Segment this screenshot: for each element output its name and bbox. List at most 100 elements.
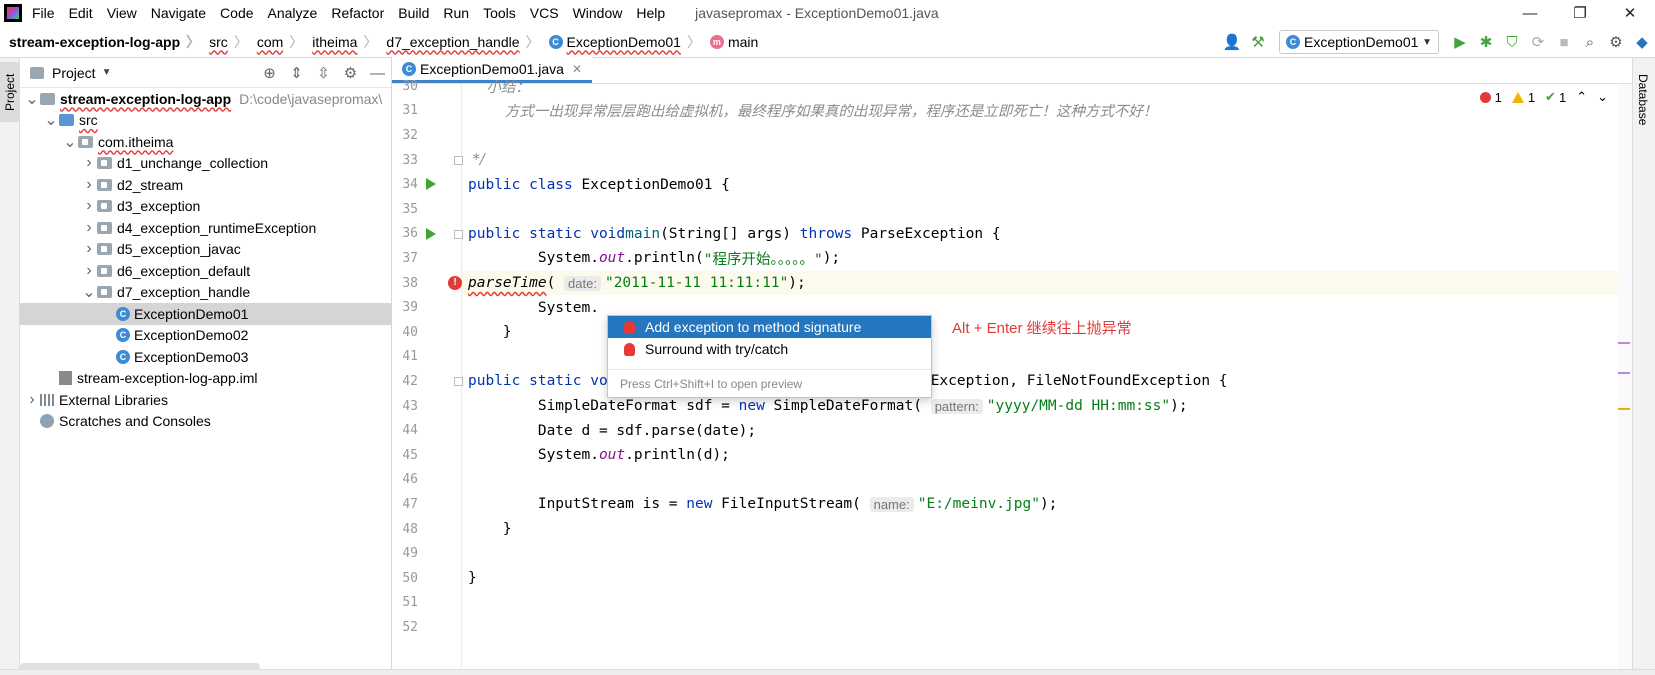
minimize-button[interactable]: — xyxy=(1505,0,1555,26)
run-configuration-select[interactable]: C ExceptionDemo01 ▼ xyxy=(1279,30,1439,54)
settings-gear-icon[interactable]: ⚙ xyxy=(1603,29,1629,55)
debug-icon[interactable]: ✱ xyxy=(1473,29,1499,55)
stop-icon[interactable]: ■ xyxy=(1551,29,1577,55)
package-icon xyxy=(97,264,112,277)
chevron-down-icon[interactable]: ▼ xyxy=(102,67,112,78)
coverage-icon[interactable]: ⛉ xyxy=(1499,29,1525,55)
run-icon[interactable]: ▶ xyxy=(1447,29,1473,55)
database-tool-tab[interactable]: Database xyxy=(1636,74,1650,125)
hide-icon[interactable]: — xyxy=(364,65,391,82)
tree-item[interactable]: › d2_stream xyxy=(20,174,392,196)
chevron-down-icon[interactable]: ⌄ xyxy=(62,132,78,152)
expand-all-icon[interactable]: ⇕ xyxy=(283,64,310,82)
tree-item[interactable]: › d4_exception_runtimeException xyxy=(20,217,392,239)
tree-item[interactable]: stream-exception-log-app.iml xyxy=(20,368,392,390)
line-number: 39 xyxy=(402,300,418,316)
tree-item[interactable]: ⌄ stream-exception-log-app D:\code\javasep… xyxy=(20,88,392,110)
code-line[interactable]: */ xyxy=(468,148,485,173)
code-line[interactable]: parseTime( date: "2011-11-11 11:11:11"); xyxy=(468,271,806,296)
line-number: 36 xyxy=(402,226,418,242)
tree-item[interactable]: ⌄ src xyxy=(20,110,392,132)
editor-scrollbar[interactable] xyxy=(1618,84,1632,675)
menu-analyze[interactable]: Analyze xyxy=(268,5,318,21)
menu-help[interactable]: Help xyxy=(636,5,665,21)
tree-item[interactable]: › External Libraries xyxy=(20,389,392,411)
code-line[interactable]: Date d = sdf.parse(date); xyxy=(468,418,756,443)
chevron-right-icon[interactable]: › xyxy=(81,219,97,237)
close-window-button[interactable]: ✕ xyxy=(1605,0,1655,26)
menu-navigate[interactable]: Navigate xyxy=(151,5,206,21)
tree-item[interactable]: ⌄ d7_exception_handle xyxy=(20,282,392,304)
code-line[interactable]: System. out .println(d); xyxy=(468,443,730,468)
breadcrumb-project[interactable]: stream-exception-log-app 〉 xyxy=(0,32,200,52)
plugin-icon[interactable]: ◆ xyxy=(1629,29,1655,55)
chevron-up-icon[interactable]: ⌃ xyxy=(1576,89,1587,105)
user-icon[interactable]: 👤 xyxy=(1219,29,1245,55)
line-number: 31 xyxy=(402,103,418,119)
code-line[interactable]: } xyxy=(468,566,477,591)
build-hammer-icon[interactable]: ⚒ xyxy=(1245,29,1271,55)
chevron-down-icon[interactable]: ⌄ xyxy=(43,110,59,130)
tree-item[interactable]: › d5_exception_javac xyxy=(20,239,392,261)
tree-item[interactable]: C ExceptionDemo02 xyxy=(20,325,392,347)
code-line[interactable]: } xyxy=(468,320,512,345)
breadcrumb-com[interactable]: com 〉 xyxy=(248,32,303,52)
code-line[interactable]: public static void main (String[] args) t… xyxy=(468,222,1001,247)
code-line[interactable]: } xyxy=(468,517,512,542)
tree-item[interactable]: › d3_exception xyxy=(20,196,392,218)
surround-try-catch-item[interactable]: Surround with try/catch xyxy=(608,338,931,360)
chevron-right-icon[interactable]: › xyxy=(24,391,40,409)
breadcrumb-method[interactable]: m main xyxy=(701,34,758,50)
code-line[interactable]: System. out .println("程序开始。。。。。"); xyxy=(468,246,840,271)
close-tab-icon[interactable]: ✕ xyxy=(572,62,582,76)
search-icon[interactable]: ⌕ xyxy=(1577,29,1603,55)
code-line[interactable]: InputStream is = new FileInputStream( na… xyxy=(468,492,1058,517)
menu-run[interactable]: Run xyxy=(443,5,469,21)
run-gutter-icon[interactable] xyxy=(426,178,436,191)
gear-icon[interactable]: ⚙ xyxy=(337,64,364,82)
code-line[interactable]: System. xyxy=(468,295,599,320)
panel-title[interactable]: Project xyxy=(52,65,96,81)
tree-item[interactable]: ⌄ com.itheima xyxy=(20,131,392,153)
menu-refactor[interactable]: Refactor xyxy=(331,5,384,21)
menu-file[interactable]: File xyxy=(32,5,55,21)
chevron-down-icon[interactable]: ⌄ xyxy=(24,89,40,109)
collapse-all-icon[interactable]: ⇳ xyxy=(310,64,337,82)
code-line[interactable]: public class ExceptionDemo01 { xyxy=(468,172,730,197)
tree-item[interactable]: › d1_unchange_collection xyxy=(20,153,392,175)
breadcrumb-itheima[interactable]: itheima 〉 xyxy=(303,32,377,52)
menu-vcs[interactable]: VCS xyxy=(530,5,559,21)
add-exception-signature-item[interactable]: Add exception to method signature xyxy=(608,316,931,338)
tree-item[interactable]: C ExceptionDemo01 xyxy=(20,303,392,325)
chevron-right-icon[interactable]: › xyxy=(81,154,97,172)
chevron-down-icon[interactable]: ⌄ xyxy=(1597,89,1608,105)
menu-build[interactable]: Build xyxy=(398,5,429,21)
locate-icon[interactable]: ⊕ xyxy=(256,64,283,82)
tree-item[interactable]: › d6_exception_default xyxy=(20,260,392,282)
chevron-right-icon[interactable]: › xyxy=(81,262,97,280)
menu-tools[interactable]: Tools xyxy=(483,5,516,21)
restore-button[interactable]: ❐ xyxy=(1555,0,1605,26)
inspection-widget[interactable]: 1 1 ✔ 1 ⌃ ⌄ xyxy=(1470,89,1608,105)
menu-view[interactable]: View xyxy=(107,5,137,21)
profile-icon[interactable]: ⟳ xyxy=(1525,29,1551,55)
package-icon xyxy=(97,221,112,234)
menu-edit[interactable]: Edit xyxy=(69,5,93,21)
breadcrumb-package[interactable]: d7_exception_handle 〉 xyxy=(377,32,539,52)
chevron-down-icon[interactable]: ⌄ xyxy=(81,282,97,302)
project-tool-tab[interactable]: Project xyxy=(0,62,20,122)
menu-code[interactable]: Code xyxy=(220,5,253,21)
run-gutter-icon[interactable] xyxy=(426,227,436,240)
chevron-right-icon[interactable]: › xyxy=(81,176,97,194)
code-line[interactable]: 小结： xyxy=(468,74,530,99)
code-line[interactable]: 方式一出现异常层层跑出给虚拟机，最终程序如果真的出现异常，程序还是立即死亡！这种… xyxy=(468,99,1158,124)
error-count: 1 xyxy=(1479,90,1502,105)
tree-item[interactable]: Scratches and Consoles xyxy=(20,411,392,433)
error-bulb-icon[interactable]: ! xyxy=(448,275,462,290)
chevron-right-icon[interactable]: › xyxy=(81,240,97,258)
breadcrumb-src[interactable]: src 〉 xyxy=(200,32,248,52)
tree-item[interactable]: C ExceptionDemo03 xyxy=(20,346,392,368)
breadcrumb-class[interactable]: C ExceptionDemo01 〉 xyxy=(540,32,701,52)
chevron-right-icon[interactable]: › xyxy=(81,197,97,215)
menu-window[interactable]: Window xyxy=(573,5,623,21)
